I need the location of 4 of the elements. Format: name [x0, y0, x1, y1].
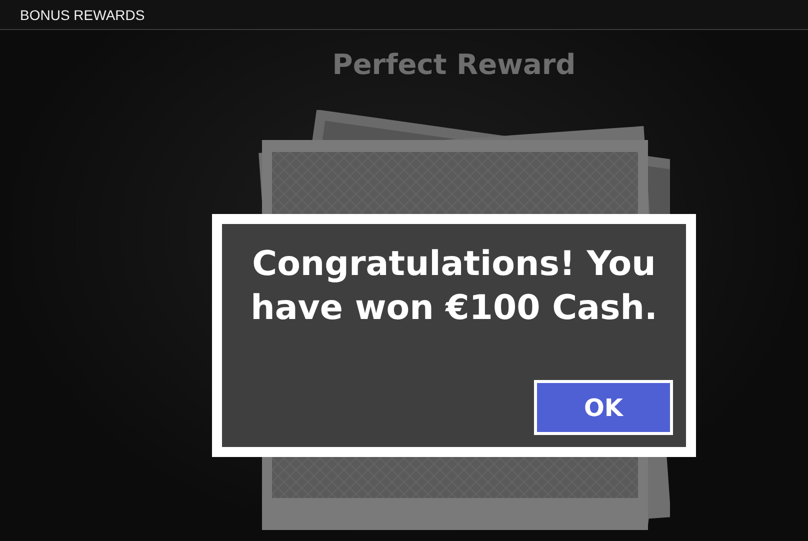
header-title: BONUS REWARDS [20, 6, 145, 22]
ok-button[interactable]: OK [534, 380, 673, 435]
dialog-message: Congratulations! You have won €100 Cash. [250, 243, 658, 330]
reward-title: Perfect Reward [331, 47, 577, 81]
